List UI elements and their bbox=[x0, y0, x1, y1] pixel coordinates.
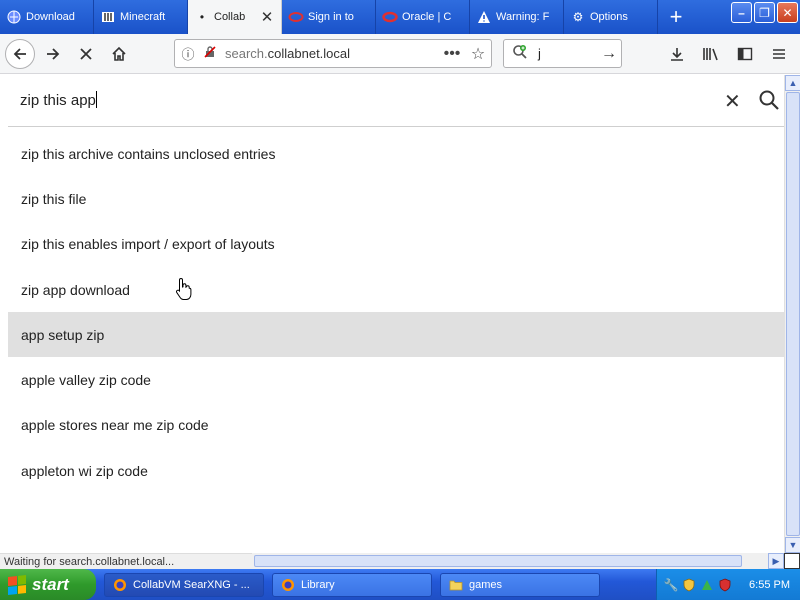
search-input[interactable]: zip this app bbox=[20, 91, 97, 109]
insecure-lock-icon[interactable] bbox=[201, 45, 219, 62]
suggestion-item[interactable]: zip this archive contains unclosed entri… bbox=[8, 131, 784, 176]
page-actions-icon[interactable]: ••• bbox=[439, 45, 465, 63]
clock: 6:55 PM bbox=[749, 578, 790, 591]
suggestion-item[interactable]: zip app download bbox=[8, 267, 784, 312]
back-button[interactable] bbox=[5, 38, 35, 69]
clear-search-icon[interactable]: ✕ bbox=[724, 89, 741, 114]
home-icon bbox=[112, 46, 126, 61]
sidebar-icon bbox=[737, 47, 753, 61]
minimize-button[interactable]: – bbox=[731, 2, 752, 23]
tab-sign-in[interactable]: Sign in to bbox=[282, 0, 376, 34]
scroll-corner bbox=[784, 553, 800, 569]
info-icon[interactable]: ⓘ bbox=[179, 44, 197, 63]
toolbar-right bbox=[662, 39, 794, 69]
screen: Download Minecraft • Collab ✕ Sign in to… bbox=[0, 0, 800, 600]
hand-cursor-icon bbox=[175, 277, 192, 300]
taskbar-item-library[interactable]: Library bbox=[272, 572, 432, 597]
search-query-row: zip this app ✕ bbox=[8, 75, 784, 127]
system-tray: 🔧 6:55 PM bbox=[656, 569, 800, 600]
download-icon bbox=[671, 48, 683, 61]
network-icon[interactable]: 🔧 bbox=[663, 577, 679, 593]
tab-minecraft[interactable]: Minecraft bbox=[94, 0, 188, 34]
horizontal-scrollbar[interactable]: ▶ bbox=[252, 553, 784, 569]
hamburger-menu-icon bbox=[773, 49, 785, 59]
close-window-button[interactable]: ✕ bbox=[777, 2, 798, 23]
forward-arrow-icon bbox=[47, 47, 60, 60]
page-content: zip this app ✕ zip this archive contains… bbox=[0, 75, 784, 553]
suggestion-item-highlighted[interactable]: app setup zip bbox=[8, 312, 784, 358]
menu-button[interactable] bbox=[764, 39, 794, 69]
vertical-scrollbar[interactable]: ▲ ▼ bbox=[784, 75, 800, 553]
bookmark-star-icon[interactable]: ☆ bbox=[465, 44, 491, 64]
stop-icon bbox=[80, 47, 92, 60]
windows-logo-icon bbox=[8, 574, 26, 595]
close-tab-icon[interactable]: ✕ bbox=[259, 8, 275, 26]
horizontal-scroll-thumb[interactable] bbox=[254, 555, 742, 567]
security-shield-icon[interactable] bbox=[681, 577, 697, 593]
dot-icon: • bbox=[199, 10, 205, 24]
suggestion-item[interactable]: zip this file bbox=[8, 176, 784, 221]
suggestion-list: zip this archive contains unclosed entri… bbox=[8, 131, 784, 493]
tab-options[interactable]: ⚙ Options bbox=[564, 0, 658, 34]
search-go-icon[interactable]: → bbox=[597, 45, 621, 63]
folder-icon bbox=[449, 578, 463, 592]
search-bar[interactable]: j → bbox=[503, 39, 622, 68]
back-arrow-icon bbox=[13, 47, 26, 60]
gear-icon: ⚙ bbox=[572, 10, 584, 24]
library-icon bbox=[703, 48, 718, 61]
suggestion-item[interactable]: zip this enables import / export of layo… bbox=[8, 222, 784, 267]
library-icon bbox=[281, 578, 295, 592]
maximize-button[interactable]: ❐ bbox=[754, 2, 775, 23]
taskbar-item-searxng[interactable]: CollabVM SearXNG - ... bbox=[104, 572, 264, 597]
stop-button[interactable] bbox=[71, 39, 101, 69]
suggestion-item[interactable]: apple valley zip code bbox=[8, 357, 784, 402]
start-button[interactable]: start bbox=[0, 569, 96, 600]
scroll-down-arrow-icon[interactable]: ▼ bbox=[785, 537, 800, 553]
book-icon bbox=[100, 9, 116, 25]
taskbar-item-games[interactable]: games bbox=[440, 572, 600, 597]
search-engine-icon[interactable] bbox=[508, 44, 532, 63]
library-button[interactable] bbox=[696, 39, 726, 69]
home-button[interactable] bbox=[104, 39, 134, 69]
url-text[interactable]: search.collabnet.local bbox=[225, 46, 439, 61]
oracle-icon bbox=[382, 9, 398, 25]
new-tab-button[interactable]: + bbox=[658, 0, 694, 34]
vertical-scroll-thumb[interactable] bbox=[786, 92, 800, 536]
url-bar[interactable]: ⓘ search.collabnet.local ••• ☆ bbox=[174, 39, 492, 68]
tab-oracle[interactable]: Oracle | C bbox=[376, 0, 470, 34]
suggestion-item[interactable]: appleton wi zip code bbox=[8, 448, 784, 493]
tab-collab[interactable]: • Collab ✕ bbox=[188, 0, 282, 34]
forward-button[interactable] bbox=[38, 39, 68, 69]
status-row: Waiting for search.collabnet.local... ▶ bbox=[0, 553, 800, 569]
taskbar: start CollabVM SearXNG - ... Library gam… bbox=[0, 569, 800, 600]
warning-icon bbox=[476, 9, 492, 25]
scroll-right-arrow-icon[interactable]: ▶ bbox=[768, 553, 784, 569]
tab-warning[interactable]: Warning: F bbox=[470, 0, 564, 34]
firefox-icon bbox=[113, 578, 127, 592]
ring-icon bbox=[288, 9, 304, 25]
text-caret bbox=[95, 91, 97, 108]
tray-app-icon[interactable] bbox=[699, 577, 715, 593]
status-text: Waiting for search.collabnet.local... bbox=[0, 553, 252, 569]
globe-icon bbox=[6, 9, 22, 25]
alert-shield-icon[interactable] bbox=[717, 577, 733, 593]
sidebar-button[interactable] bbox=[730, 39, 760, 69]
scroll-up-arrow-icon[interactable]: ▲ bbox=[785, 75, 800, 91]
tab-bar: Download Minecraft • Collab ✕ Sign in to… bbox=[0, 0, 800, 34]
tab-download[interactable]: Download bbox=[0, 0, 94, 34]
nav-bar: ⓘ search.collabnet.local ••• ☆ j → bbox=[0, 34, 800, 74]
search-icon[interactable] bbox=[758, 89, 780, 111]
downloads-button[interactable] bbox=[662, 39, 692, 69]
window-controls: – ❐ ✕ bbox=[731, 2, 798, 23]
search-bar-value: j bbox=[538, 46, 541, 61]
suggestion-item[interactable]: apple stores near me zip code bbox=[8, 403, 784, 448]
